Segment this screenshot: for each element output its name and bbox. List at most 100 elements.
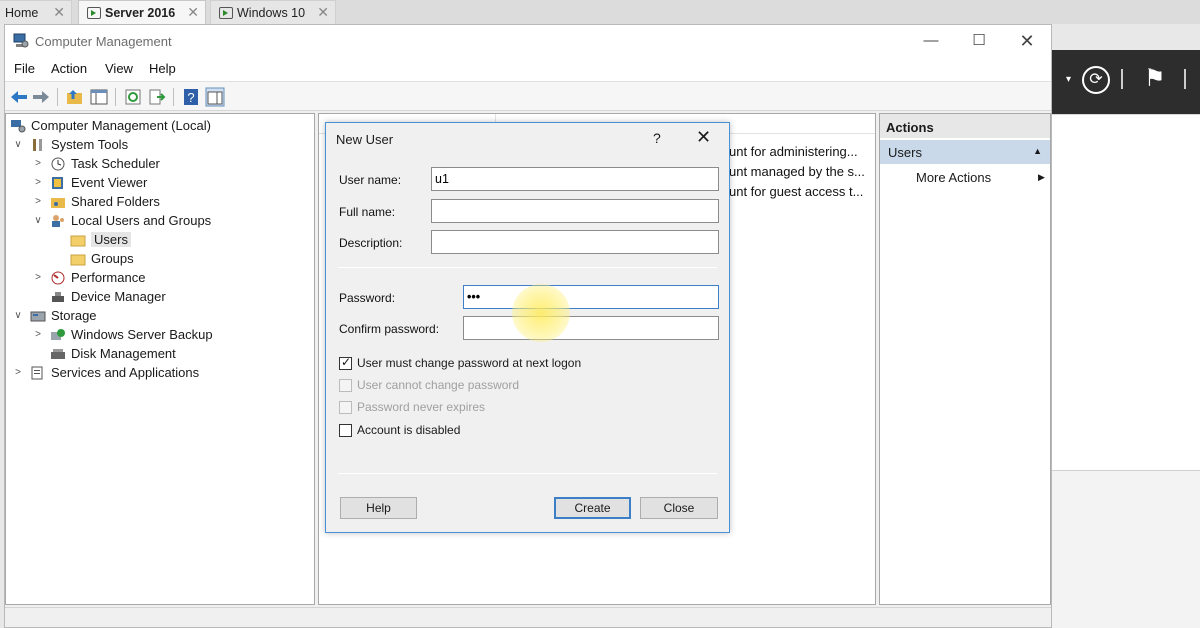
separator: [338, 267, 717, 268]
refresh-icon[interactable]: ⟳: [1082, 66, 1110, 94]
tree-item-shared-folders[interactable]: > Shared Folders: [32, 192, 160, 211]
expand-icon[interactable]: >: [32, 272, 44, 283]
checkbox-label: User cannot change password: [357, 378, 520, 392]
create-button[interactable]: Create: [554, 497, 631, 519]
close-icon[interactable]: ✕: [317, 4, 329, 21]
tree-item-groups[interactable]: Groups: [70, 249, 134, 268]
export-list-icon[interactable]: [147, 87, 167, 107]
computer-management-icon: [11, 119, 26, 132]
list-item-description[interactable]: unt for guest access t...: [729, 184, 863, 199]
fullname-input[interactable]: [431, 199, 719, 223]
must-change-password-checkbox[interactable]: User must change password at next logon: [339, 355, 581, 370]
collapse-icon[interactable]: ∨: [12, 139, 24, 150]
submenu-arrow-icon[interactable]: ▶: [1038, 172, 1045, 183]
checkbox-icon[interactable]: [339, 423, 352, 437]
toolbar-separator: [115, 88, 116, 106]
more-actions-item[interactable]: More Actions: [916, 170, 991, 185]
dropdown-arrow-icon[interactable]: ▾: [1066, 74, 1071, 85]
actions-section-label: Users: [888, 145, 922, 160]
help-question-icon[interactable]: ?: [653, 130, 661, 146]
server-manager-lower: [1052, 470, 1200, 628]
checkbox-checked-icon[interactable]: [339, 355, 352, 370]
expand-icon[interactable]: >: [32, 177, 44, 188]
list-item-description[interactable]: unt managed by the s...: [729, 164, 865, 179]
toolbar-separator: [57, 88, 58, 106]
tree-item-windows-server-backup[interactable]: > Windows Server Backup: [32, 325, 213, 344]
collapse-up-icon[interactable]: ▲: [1033, 146, 1042, 156]
event-viewer-icon: [52, 176, 63, 189]
tree-item-storage[interactable]: ∨ Storage: [12, 306, 97, 325]
tree-label: Task Scheduler: [71, 156, 160, 171]
expand-icon[interactable]: >: [32, 158, 44, 169]
fullname-label: Full name:: [339, 205, 396, 219]
tree-item-task-scheduler[interactable]: > Task Scheduler: [32, 154, 160, 173]
vm-icon: [87, 6, 101, 19]
collapse-icon[interactable]: ∨: [32, 215, 44, 226]
tree-item-system-tools[interactable]: ∨ System Tools: [12, 135, 128, 154]
menu-action[interactable]: Action: [51, 61, 87, 76]
confirm-password-label: Confirm password:: [339, 322, 440, 336]
username-input[interactable]: [431, 167, 719, 191]
help-button[interactable]: Help: [340, 497, 417, 519]
close-button[interactable]: Close: [640, 497, 718, 519]
server-manager-toolbar: ▾ ⟳ ⚑: [1052, 50, 1200, 114]
password-never-expires-checkbox[interactable]: Password never expires: [339, 400, 485, 414]
tools-icon: [33, 138, 42, 151]
tree-item-event-viewer[interactable]: > Event Viewer: [32, 173, 147, 192]
flag-icon[interactable]: ⚑: [1144, 64, 1166, 93]
list-item-description[interactable]: unt for administering...: [729, 144, 858, 159]
cannot-change-password-checkbox[interactable]: User cannot change password: [339, 378, 519, 392]
refresh-icon[interactable]: [123, 87, 143, 107]
confirm-password-input[interactable]: [463, 316, 719, 340]
device-manager-icon: [52, 291, 64, 302]
collapse-icon[interactable]: ∨: [12, 310, 24, 321]
title-bar[interactable]: Computer Management — ☐ ✕: [5, 25, 1051, 57]
show-action-pane-icon[interactable]: [205, 87, 225, 107]
password-input[interactable]: [463, 285, 719, 309]
password-label: Password:: [339, 291, 396, 305]
tree-label: Services and Applications: [51, 365, 200, 380]
checkbox-label: Password never expires: [357, 400, 486, 414]
expand-icon[interactable]: >: [32, 329, 44, 340]
vm-tab-home[interactable]: Home ✕: [0, 0, 72, 24]
tree-item-local-users-and-groups[interactable]: ∨ Local Users and Groups: [32, 211, 211, 230]
vm-tab-server-2016[interactable]: Server 2016 ✕: [78, 0, 206, 24]
actions-section-users[interactable]: Users ▲: [880, 140, 1050, 164]
close-icon[interactable]: ✕: [187, 4, 199, 21]
separator: [338, 473, 717, 474]
tree-item-services-and-applications[interactable]: > Services and Applications: [12, 363, 199, 382]
forward-arrow-icon[interactable]: [31, 87, 51, 107]
expand-icon[interactable]: >: [12, 367, 24, 378]
close-icon[interactable]: ✕: [696, 127, 711, 148]
separator: [1184, 69, 1186, 89]
close-icon[interactable]: ✕: [53, 4, 65, 21]
account-disabled-checkbox[interactable]: Account is disabled: [339, 423, 460, 437]
menu-view[interactable]: View: [105, 61, 133, 76]
server-manager-content: [1052, 114, 1200, 470]
tree-label: Storage: [51, 308, 97, 323]
status-bar: [5, 607, 1051, 627]
expand-icon[interactable]: >: [32, 196, 44, 207]
checkbox-icon[interactable]: [339, 378, 352, 392]
menu-file[interactable]: File: [14, 61, 35, 76]
show-hide-tree-icon[interactable]: [89, 87, 109, 107]
minimize-button[interactable]: —: [919, 31, 943, 51]
up-folder-icon[interactable]: [65, 87, 85, 107]
help-icon[interactable]: ?: [181, 87, 201, 107]
tree-item-performance[interactable]: > Performance: [32, 268, 145, 287]
checkbox-icon[interactable]: [339, 400, 352, 414]
close-window-button[interactable]: ✕: [1015, 31, 1039, 51]
tree-item-users[interactable]: Users: [70, 230, 131, 249]
tree-item-device-manager[interactable]: Device Manager: [50, 287, 166, 306]
tree-item-disk-management[interactable]: Disk Management: [50, 344, 176, 363]
menu-help[interactable]: Help: [149, 61, 176, 76]
tree-item-computer-management[interactable]: Computer Management (Local): [10, 116, 211, 135]
maximize-button[interactable]: ☐: [967, 31, 991, 51]
backup-icon: [51, 328, 65, 340]
vm-tab-windows-10[interactable]: Windows 10 ✕: [210, 0, 336, 24]
disk-icon: [51, 348, 65, 359]
tree-label: Disk Management: [71, 346, 176, 361]
back-arrow-icon[interactable]: [9, 87, 29, 107]
tree-label: Device Manager: [71, 289, 166, 304]
description-input[interactable]: [431, 230, 719, 254]
